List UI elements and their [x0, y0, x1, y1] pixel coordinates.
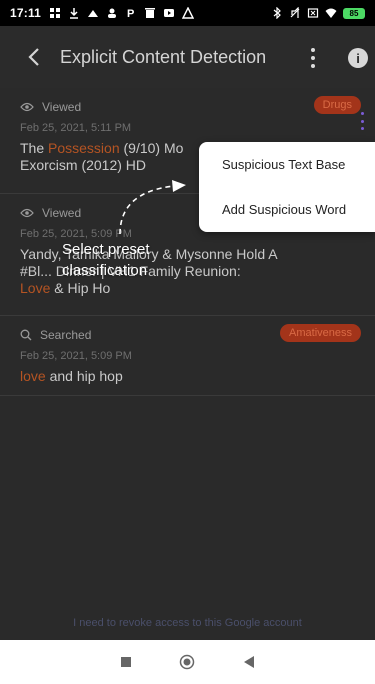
- page-title: Explicit Content Detection: [60, 46, 267, 67]
- back-nav-button[interactable]: [239, 652, 259, 672]
- dashed-arrow-icon: [119, 180, 186, 235]
- info-icon: i: [356, 50, 360, 66]
- system-nav-bar: [0, 640, 375, 684]
- svg-text:P: P: [127, 8, 134, 19]
- app-icon: [88, 10, 99, 17]
- history-list: Viewed Drugs Feb 25, 2021, 5:11 PM The P…: [0, 88, 375, 396]
- bluetooth-icon: [273, 7, 281, 19]
- keyword-highlight: Possession: [48, 140, 120, 156]
- app-bar: Explicit Content Detection i: [0, 26, 375, 88]
- item-menu-button[interactable]: [359, 112, 365, 130]
- back-button[interactable]: [14, 37, 54, 77]
- category-badge: Amativeness: [280, 324, 361, 342]
- keyword-highlight: love: [20, 368, 46, 384]
- circle-icon: [180, 654, 195, 670]
- wifi-icon: [325, 8, 337, 18]
- item-header: Viewed: [20, 98, 357, 116]
- mute-icon: [290, 7, 300, 18]
- category-badge: Drugs: [313, 96, 361, 114]
- item-type-label: Viewed: [42, 100, 82, 114]
- status-time: 17:11: [10, 6, 42, 20]
- coach-hint: Select preset classification: [62, 241, 150, 279]
- item-text: love and hip hop: [20, 368, 123, 384]
- triangle-left-icon: [244, 656, 255, 668]
- battery-icon: 85: [343, 7, 365, 19]
- keyword-highlight: Love: [20, 280, 51, 296]
- popup-menu: Suspicious Text Base Add Suspicious Word: [199, 142, 375, 232]
- item-date: Feb 25, 2021, 5:09 PM: [20, 350, 132, 362]
- download-icon: [70, 8, 79, 19]
- recents-button[interactable]: [116, 652, 136, 672]
- video-icon: [164, 9, 175, 17]
- item-date: Feb 25, 2021, 5:11 PM: [20, 122, 132, 134]
- item-type-label: Viewed: [42, 206, 82, 220]
- eye-icon: [20, 208, 34, 218]
- item-type-label: Searched: [40, 328, 92, 342]
- system-icons: 85: [271, 7, 365, 19]
- menu-item-add-suspicious-word[interactable]: Add Suspicious Word: [199, 187, 375, 232]
- trash-icon: [145, 8, 156, 18]
- menu-item-suspicious-text-base[interactable]: Suspicious Text Base: [199, 142, 375, 187]
- grid-app-icon: [50, 8, 61, 18]
- more-vert-icon: [360, 112, 364, 115]
- revoke-access-link[interactable]: I need to revoke access to this Google a…: [0, 617, 375, 629]
- eye-icon: [20, 102, 34, 112]
- notification-icons: P: [49, 7, 195, 19]
- list-item[interactable]: Searched Amativeness Feb 25, 2021, 5:09 …: [0, 316, 375, 396]
- more-vert-icon: [311, 48, 315, 52]
- sim-icon: [307, 8, 319, 18]
- home-button[interactable]: [177, 652, 197, 672]
- more-options-button[interactable]: [304, 46, 322, 70]
- warning-icon: [182, 7, 195, 19]
- status-bar: 17:11 P 85: [0, 0, 375, 26]
- info-button[interactable]: i: [348, 48, 368, 68]
- chevron-left-icon: [28, 48, 39, 66]
- person-icon: [108, 8, 117, 18]
- square-icon: [120, 657, 131, 667]
- search-icon: [20, 329, 32, 341]
- parking-icon: P: [127, 8, 134, 19]
